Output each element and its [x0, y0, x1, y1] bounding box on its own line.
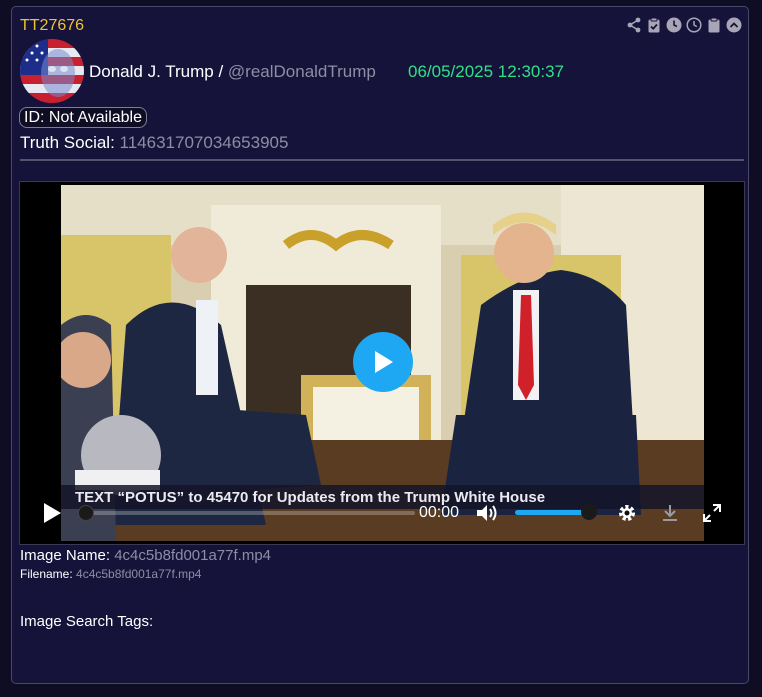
progress-bar[interactable]	[80, 511, 415, 515]
play-icon	[44, 503, 61, 523]
volume-button[interactable]	[475, 501, 501, 525]
volume-knob[interactable]	[581, 504, 597, 520]
post-toolbar	[626, 17, 742, 33]
post-id[interactable]: TT27676	[20, 17, 84, 35]
download-button[interactable]	[658, 501, 682, 525]
avatar[interactable]	[20, 39, 84, 103]
clock-outline-icon[interactable]	[686, 17, 702, 33]
fullscreen-icon	[703, 504, 721, 522]
divider	[20, 159, 744, 161]
post-card: TT27676 Donald J. Trump / @realDonaldTru…	[11, 6, 749, 684]
truth-social-value[interactable]: 114631707034653905	[120, 133, 289, 152]
image-name: Image Name: 4c4c5b8fd001a77f.mp4	[20, 547, 271, 564]
volume-icon	[477, 505, 497, 521]
clock-filled-icon[interactable]	[666, 17, 682, 33]
play-overlay-button[interactable]	[353, 332, 413, 392]
download-icon	[663, 505, 677, 521]
post-timestamp: 06/05/2025 12:30:37	[408, 62, 564, 81]
play-button[interactable]	[40, 500, 64, 526]
author-handle[interactable]: @realDonaldTrump	[228, 62, 376, 81]
image-search-tags: Image Search Tags:	[20, 613, 154, 630]
image-name-value[interactable]: 4c4c5b8fd001a77f.mp4	[114, 547, 271, 564]
video-controls: 00:00	[20, 496, 744, 530]
id-badge: ID: Not Available	[19, 107, 147, 128]
play-icon	[375, 351, 393, 373]
clipboard-check-icon[interactable]	[646, 17, 662, 33]
chevron-up-circle-icon[interactable]	[726, 17, 742, 33]
gear-icon	[619, 505, 635, 521]
truth-social-id: Truth Social: 114631707034653905	[20, 133, 288, 153]
filename-label: Filename:	[20, 567, 77, 581]
filename: Filename: 4c4c5b8fd001a77f.mp4	[20, 567, 201, 581]
share-icon[interactable]	[626, 17, 642, 33]
video-player[interactable]: TEXT “POTUS” to 45470 for Updates from t…	[19, 181, 745, 545]
time-display: 00:00	[419, 504, 460, 521]
author-separator: /	[213, 62, 228, 81]
author-name[interactable]: Donald J. Trump	[89, 62, 214, 81]
clipboard-icon[interactable]	[706, 17, 722, 33]
truth-social-label: Truth Social:	[20, 133, 120, 152]
fullscreen-button[interactable]	[700, 501, 724, 525]
image-name-label: Image Name:	[20, 547, 115, 564]
author: Donald J. Trump / @realDonaldTrump	[89, 62, 376, 82]
filename-value[interactable]: 4c4c5b8fd001a77f.mp4	[76, 567, 201, 581]
settings-button[interactable]	[615, 501, 639, 525]
progress-knob[interactable]	[78, 505, 94, 521]
